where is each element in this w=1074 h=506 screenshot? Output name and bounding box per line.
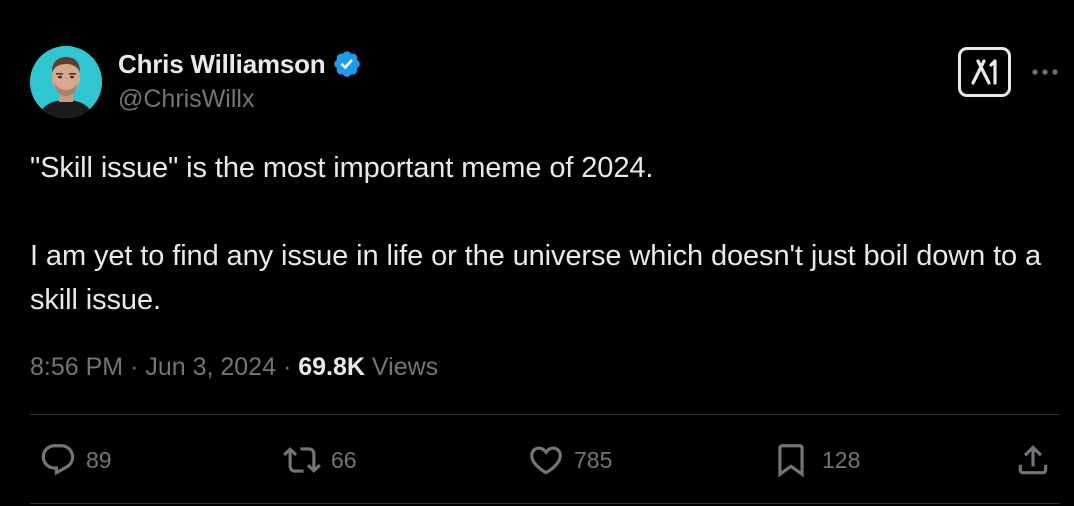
author-display-name[interactable]: Chris Williamson — [118, 48, 326, 80]
tweet-author: Chris Williamson @ChrisWillx — [118, 48, 362, 116]
tweet-date[interactable]: Jun 3, 2024 — [145, 353, 276, 381]
meta-separator: · — [130, 353, 139, 381]
author-name-row: Chris Williamson — [118, 48, 362, 80]
reply-count: 89 — [86, 446, 112, 473]
share-icon — [1018, 445, 1048, 475]
repost-icon — [283, 447, 321, 473]
bookmark-button[interactable]: 128 — [772, 438, 860, 482]
tweet-paragraph: "Skill issue" is the most important meme… — [30, 152, 654, 184]
tweet-meta: 8:56 PM · Jun 3, 2024 · 69.8K Views — [30, 350, 438, 384]
grok-button[interactable] — [958, 47, 1011, 97]
bookmark-icon — [778, 444, 804, 478]
meta-separator: · — [282, 353, 292, 381]
more-icon — [1032, 69, 1058, 75]
heart-icon — [530, 446, 562, 475]
divider — [30, 503, 1060, 504]
avatar-image — [30, 46, 102, 118]
reply-icon — [41, 444, 75, 476]
like-button[interactable]: 785 — [526, 438, 612, 482]
reply-button[interactable]: 89 — [38, 438, 112, 482]
views-label: Views — [371, 353, 439, 381]
share-button[interactable] — [1014, 438, 1052, 482]
repost-count: 66 — [331, 446, 357, 473]
like-count: 785 — [574, 446, 613, 473]
verified-badge-icon[interactable] — [332, 49, 362, 79]
grok-icon — [970, 59, 997, 85]
author-handle[interactable]: @ChrisWillx — [118, 82, 362, 116]
more-options-button[interactable] — [1030, 58, 1060, 86]
repost-button[interactable]: 66 — [281, 438, 357, 482]
bookmark-count: 128 — [822, 446, 861, 473]
tweet-paragraph: I am yet to find any issue in life or th… — [30, 240, 1042, 316]
divider — [30, 414, 1060, 415]
tweet-time[interactable]: 8:56 PM — [30, 353, 123, 381]
views-count: 69.8K — [298, 353, 365, 381]
avatar[interactable] — [30, 46, 102, 118]
tweet-text: "Skill issue" is the most important meme… — [30, 146, 1050, 322]
